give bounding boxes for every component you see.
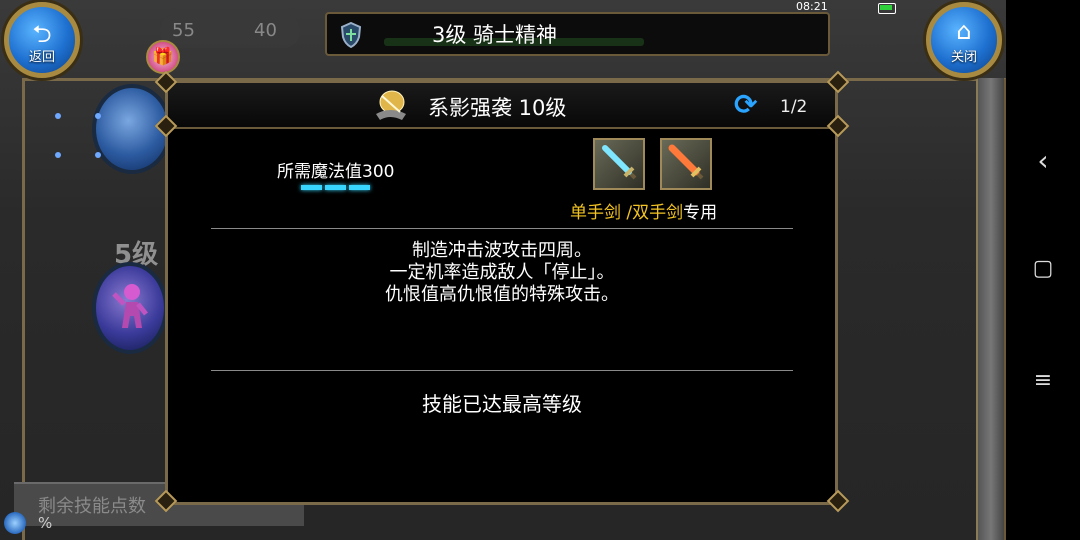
weapon-types: 单手剑 /双手剑 <box>570 203 684 223</box>
one-handed-sword-icon[interactable] <box>593 138 645 190</box>
nav-back-icon[interactable]: ‹ <box>1006 144 1080 177</box>
stat-right-value: 40 <box>254 20 277 41</box>
skill-tree-dot <box>95 152 101 158</box>
weapon-restriction: 单手剑 /双手剑专用 <box>570 198 717 223</box>
mana-bar-segment <box>301 185 322 190</box>
refresh-icon[interactable]: ⟳ <box>734 91 757 119</box>
home-icon: ⌂ <box>956 17 972 45</box>
background-frame-right <box>976 78 1004 540</box>
max-level-notice: 技能已达最高等级 <box>422 392 582 416</box>
stat-left-value: 55 <box>172 20 195 41</box>
skill-emblem-icon <box>376 90 406 120</box>
title-bar <box>325 12 830 56</box>
skill-description-line: 一定机率造成敌人「停止」。 <box>389 262 615 283</box>
skill-tree-dot <box>55 152 61 158</box>
android-nav-bar: ‹ ▢ ≡ <box>1006 0 1080 540</box>
page-title: 3级 骑士精神 <box>432 23 558 47</box>
skill-description-line: 制造冲击波攻击四周。 <box>412 240 592 261</box>
skill-description-line: 仇恨值高仇恨值的特殊攻击。 <box>385 284 619 305</box>
two-handed-sword-icon[interactable] <box>660 138 712 190</box>
divider <box>211 370 793 371</box>
mana-bar-segment <box>349 185 370 190</box>
close-button[interactable]: ⌂ 关闭 <box>926 2 1002 78</box>
weapon-exclusive-label: 专用 <box>683 203 718 223</box>
nav-home-icon[interactable]: ▢ <box>1006 256 1080 281</box>
skill-name: 系影强袭 10级 <box>428 96 567 120</box>
close-button-label: 关闭 <box>950 50 977 65</box>
character-icon <box>112 284 148 328</box>
shield-icon <box>340 22 362 48</box>
mana-required: 所需魔法值300 <box>277 162 395 182</box>
skill-icon-character[interactable] <box>92 262 168 354</box>
percent-label: % <box>38 514 53 532</box>
status-clock: 08:21 <box>796 0 828 13</box>
remaining-points-label: 剩余技能点数 <box>38 496 146 517</box>
mana-bar-segment <box>325 185 346 190</box>
skill-tree-dot <box>55 113 61 119</box>
game-screen: 55 40 3级 骑士精神 ⮌ 返回 ⌂ 关闭 🎁 5级 剩余技能点数 % 系影… <box>0 0 1006 540</box>
sword-blue-icon <box>602 145 637 180</box>
battery-icon <box>878 3 896 14</box>
skill-point-icon <box>4 512 26 534</box>
nav-menu-icon[interactable]: ≡ <box>1006 368 1080 393</box>
page-indicator: 1/2 <box>780 97 808 117</box>
divider <box>211 228 793 229</box>
skill-tree-dot <box>95 113 101 119</box>
sword-red-icon <box>668 144 704 180</box>
back-button[interactable]: ⮌ 返回 <box>4 2 80 78</box>
back-button-label: 返回 <box>28 50 55 65</box>
gift-icon[interactable]: 🎁 <box>146 40 180 74</box>
